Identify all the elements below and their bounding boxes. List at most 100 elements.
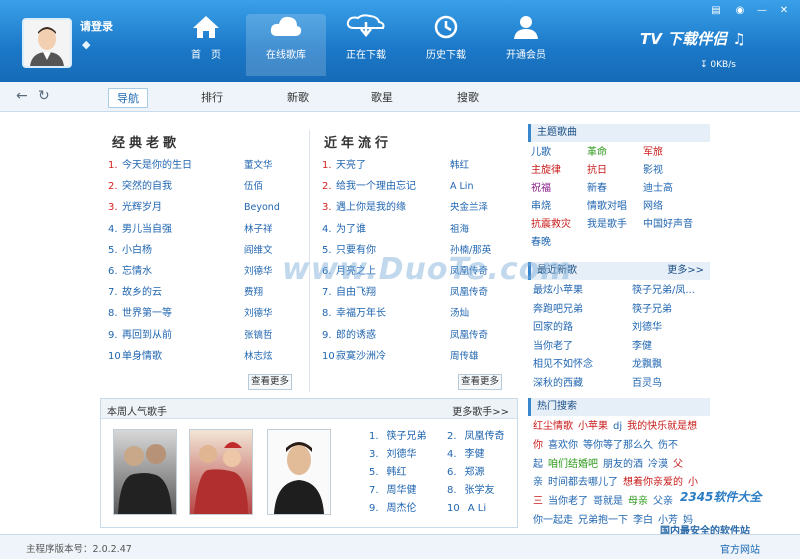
theme-tag[interactable]: 军旅 bbox=[643, 146, 663, 160]
theme-tag[interactable]: 网络 bbox=[643, 200, 663, 214]
song-title[interactable]: 今天是你的生日 bbox=[122, 160, 192, 171]
new-song-item[interactable]: 当你老了 bbox=[533, 340, 573, 354]
song-artist[interactable]: 祖海 bbox=[450, 222, 469, 238]
song-title[interactable]: 光辉岁月 bbox=[122, 202, 162, 213]
song-title[interactable]: 为了谁 bbox=[336, 224, 366, 235]
tab-new-songs[interactable]: 新歌 bbox=[278, 88, 318, 108]
hot-search-tag[interactable]: 母亲 bbox=[628, 496, 648, 507]
official-site-link[interactable]: 官方网站 bbox=[720, 541, 760, 556]
song-artist[interactable]: A Lin bbox=[450, 179, 473, 195]
song-row[interactable]: 7. 自由飞翔 凤凰传奇 bbox=[322, 285, 522, 301]
tab-navigation[interactable]: 导航 bbox=[108, 88, 148, 108]
theme-tag[interactable]: 我是歌手 bbox=[587, 218, 627, 232]
new-song-item[interactable]: 深秋的西藏 bbox=[533, 377, 583, 391]
minimize-icon[interactable]: — bbox=[754, 4, 770, 18]
hot-search-tag[interactable]: 你一起走 bbox=[533, 515, 573, 526]
song-row[interactable]: 2. 突然的自我 伍佰 bbox=[108, 179, 308, 195]
nav-member[interactable]: 开通会员 bbox=[486, 14, 566, 76]
theme-tag[interactable]: 中国好声音 bbox=[643, 218, 693, 232]
hot-search-tag[interactable]: 父亲 bbox=[653, 496, 673, 507]
new-songs-more-link[interactable]: 更多>> bbox=[667, 262, 704, 280]
theme-tag[interactable]: 春晚 bbox=[531, 236, 551, 250]
new-song-item[interactable]: 百灵鸟 bbox=[632, 377, 662, 391]
song-row[interactable]: 1. 今天是你的生日 董文华 bbox=[108, 158, 308, 174]
singer-row[interactable]: 6. 郑源 bbox=[447, 465, 527, 481]
settings-icon[interactable]: ◉ bbox=[732, 4, 748, 18]
hot-search-tag[interactable]: dj bbox=[613, 421, 622, 432]
close-icon[interactable]: ✕ bbox=[776, 4, 792, 18]
song-title[interactable]: 寂寞沙洲冷 bbox=[336, 351, 386, 362]
hot-search-tag[interactable]: 冷漠 bbox=[648, 459, 668, 470]
new-song-item[interactable]: 筷子兄弟 bbox=[632, 303, 672, 317]
nav-home[interactable]: 首 页 bbox=[166, 14, 246, 76]
song-artist[interactable]: 韩红 bbox=[450, 158, 469, 174]
singer-name[interactable]: 韩红 bbox=[387, 467, 407, 478]
singer-name[interactable]: 周杰伦 bbox=[387, 503, 417, 514]
hot-search-tag[interactable]: 哥就是 bbox=[593, 496, 623, 507]
song-artist[interactable]: Beyond bbox=[244, 200, 280, 216]
song-row[interactable]: 10寂寞沙洲冷 周传雄 bbox=[322, 349, 522, 365]
song-title[interactable]: 故乡的云 bbox=[122, 287, 162, 298]
hot-search-tag[interactable]: 朋友的酒 bbox=[603, 459, 643, 470]
hot-search-tag[interactable]: 时间都去哪儿了 bbox=[548, 477, 618, 488]
song-row[interactable]: 8. 世界第一等 刘德华 bbox=[108, 306, 308, 322]
new-song-item[interactable]: 刘德华 bbox=[632, 321, 662, 335]
song-artist[interactable]: 董文华 bbox=[244, 158, 273, 174]
singer-row[interactable]: 9. 周杰伦 bbox=[369, 501, 449, 517]
theme-tag[interactable]: 迪士高 bbox=[643, 182, 673, 196]
song-artist[interactable]: 刘德华 bbox=[244, 264, 273, 280]
theme-tag[interactable]: 串烧 bbox=[531, 200, 551, 214]
song-title[interactable]: 小白杨 bbox=[122, 245, 152, 256]
singer-name[interactable]: 张学友 bbox=[465, 485, 495, 496]
song-row[interactable]: 7. 故乡的云 费翔 bbox=[108, 285, 308, 301]
song-title[interactable]: 世界第一等 bbox=[122, 308, 172, 319]
nav-history[interactable]: 历史下载 bbox=[406, 14, 486, 76]
singer-row[interactable]: 5. 韩红 bbox=[369, 465, 449, 481]
song-artist[interactable]: 凤凰传奇 bbox=[450, 285, 488, 301]
singer-row[interactable]: 1. 筷子兄弟 bbox=[369, 429, 449, 445]
song-artist[interactable]: 伍佰 bbox=[244, 179, 263, 195]
singer-name[interactable]: 凤凰传奇 bbox=[465, 431, 505, 442]
song-title[interactable]: 遇上你是我的缘 bbox=[336, 202, 406, 213]
singer-name[interactable]: 李健 bbox=[465, 449, 485, 460]
song-title[interactable]: 给我一个理由忘记 bbox=[336, 181, 416, 192]
song-row[interactable]: 9. 再回到从前 张镐哲 bbox=[108, 328, 308, 344]
login-link[interactable]: 请登录 bbox=[80, 18, 113, 34]
hot-search-tag[interactable]: 等你等了那么久 bbox=[583, 440, 653, 451]
theme-tag[interactable]: 革命 bbox=[587, 146, 607, 160]
song-artist[interactable]: 汤灿 bbox=[450, 306, 469, 322]
theme-tag[interactable]: 儿歌 bbox=[531, 146, 551, 160]
hot-search-tag[interactable]: 亲 bbox=[533, 477, 543, 488]
singer-row[interactable]: 2. 凤凰传奇 bbox=[447, 429, 527, 445]
tab-singers[interactable]: 歌星 bbox=[362, 88, 402, 108]
new-song-item[interactable]: 相见不如怀念 bbox=[533, 358, 593, 372]
tab-search-songs[interactable]: 搜歌 bbox=[448, 88, 488, 108]
singer-photo[interactable] bbox=[267, 429, 331, 515]
song-artist[interactable]: 林志炫 bbox=[244, 349, 273, 365]
hot-search-tag[interactable]: 小 bbox=[688, 477, 698, 488]
theme-tag[interactable]: 情歌对唱 bbox=[587, 200, 627, 214]
song-title[interactable]: 天亮了 bbox=[336, 160, 366, 171]
singer-name[interactable]: 周华健 bbox=[387, 485, 417, 496]
hot-search-tag[interactable]: 李白 bbox=[633, 515, 653, 526]
new-song-item[interactable]: 李健 bbox=[632, 340, 652, 354]
song-row[interactable]: 1. 天亮了 韩红 bbox=[322, 158, 522, 174]
singer-name[interactable]: 筷子兄弟 bbox=[387, 431, 427, 442]
song-row[interactable]: 2. 给我一个理由忘记 A Lin bbox=[322, 179, 522, 195]
tab-ranking[interactable]: 排行 bbox=[192, 88, 232, 108]
song-artist[interactable]: 凤凰传奇 bbox=[450, 328, 488, 344]
song-row[interactable]: 8. 幸福万年长 汤灿 bbox=[322, 306, 522, 322]
song-row[interactable]: 9. 郎的诱惑 凤凰传奇 bbox=[322, 328, 522, 344]
theme-tag[interactable]: 新春 bbox=[587, 182, 607, 196]
song-title[interactable]: 单身情歌 bbox=[122, 351, 162, 362]
hot-search-tag[interactable]: 当你老了 bbox=[548, 496, 588, 507]
new-song-item[interactable]: 奔跑吧兄弟 bbox=[533, 303, 583, 317]
song-artist[interactable]: 阎维文 bbox=[244, 243, 273, 259]
song-title[interactable]: 忘情水 bbox=[122, 266, 152, 277]
song-title[interactable]: 自由飞翔 bbox=[336, 287, 376, 298]
menu-window-icon[interactable]: ▤ bbox=[708, 4, 724, 18]
popular-more-button[interactable]: 查看更多 bbox=[458, 374, 502, 390]
refresh-icon[interactable]: ↻ bbox=[38, 88, 50, 104]
theme-tag[interactable]: 影视 bbox=[643, 164, 663, 178]
hot-search-tag[interactable]: 三 bbox=[533, 496, 543, 507]
